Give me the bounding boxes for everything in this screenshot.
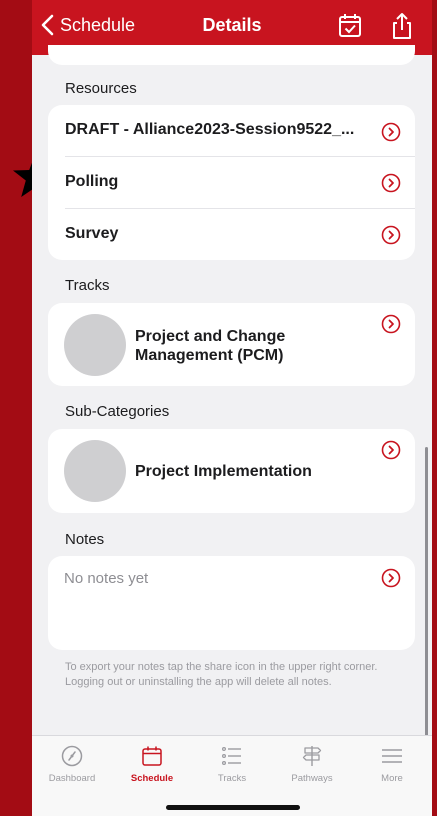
scrollbar[interactable]	[425, 447, 428, 744]
chevron-left-icon	[41, 14, 54, 36]
chevron-right-icon	[381, 225, 401, 245]
calendar-icon	[142, 746, 162, 766]
tab-label: Dashboard	[48, 773, 96, 784]
tab-label: Tracks	[217, 773, 247, 784]
subcategories-header: Sub-Categories	[65, 403, 170, 420]
previous-card	[48, 45, 415, 65]
track-avatar	[64, 314, 126, 376]
tab-bar: Dashboard Schedule Tracks Pathways More	[32, 735, 432, 816]
resource-label: DRAFT - Alliance2023-Session9522_...	[65, 121, 355, 138]
notes-header: Notes	[65, 531, 105, 548]
notes-placeholder: No notes yet	[64, 570, 149, 587]
back-button[interactable]: Schedule	[40, 14, 135, 36]
track-title: Project and Change Management (PCM)	[135, 328, 286, 364]
resources-header: Resources	[65, 80, 137, 97]
notes-help-text: To export your notes tap the share icon …	[65, 661, 378, 688]
menu-icon	[382, 749, 402, 763]
tab-pathways[interactable]: Pathways	[272, 736, 352, 796]
tab-dashboard[interactable]: Dashboard	[32, 736, 112, 796]
tab-label: Pathways	[291, 773, 333, 784]
tracks-header: Tracks	[65, 277, 110, 294]
calendar-check-icon	[339, 14, 361, 37]
chevron-right-icon	[381, 440, 401, 460]
phone-screen: Schedule Details Resources DRAFT - Allia…	[32, 0, 432, 816]
resource-row-survey[interactable]: Survey	[48, 209, 415, 261]
add-to-calendar-button[interactable]	[337, 12, 363, 40]
chevron-right-icon	[381, 173, 401, 193]
subcategory-item[interactable]: Project Implementation	[48, 429, 415, 513]
subcategory-title: Project Implementation	[135, 463, 312, 480]
tab-tracks[interactable]: Tracks	[192, 736, 272, 796]
chevron-right-icon	[381, 122, 401, 142]
resource-row-draft[interactable]: DRAFT - Alliance2023-Session9522_...	[48, 105, 415, 157]
tab-label: More	[381, 773, 403, 784]
chevron-right-icon	[381, 568, 401, 588]
tab-more[interactable]: More	[352, 736, 432, 796]
dashboard-icon	[61, 745, 83, 767]
tab-schedule[interactable]: Schedule	[112, 736, 192, 796]
resource-row-polling[interactable]: Polling	[48, 157, 415, 209]
signpost-icon	[302, 746, 322, 766]
chevron-right-icon	[381, 314, 401, 334]
track-item[interactable]: Project and Change Management (PCM)	[48, 303, 415, 386]
resources-card: DRAFT - Alliance2023-Session9522_... Pol…	[48, 105, 415, 260]
resource-label: Polling	[65, 173, 119, 190]
back-button-label: Schedule	[60, 14, 136, 35]
notes-field[interactable]: No notes yet	[48, 556, 415, 650]
share-button[interactable]	[389, 12, 415, 40]
list-icon	[221, 746, 241, 766]
share-icon	[393, 13, 411, 39]
subcategory-avatar	[64, 440, 126, 502]
tab-label: Schedule	[130, 773, 174, 784]
home-indicator[interactable]	[166, 805, 300, 810]
resource-label: Survey	[65, 225, 119, 242]
